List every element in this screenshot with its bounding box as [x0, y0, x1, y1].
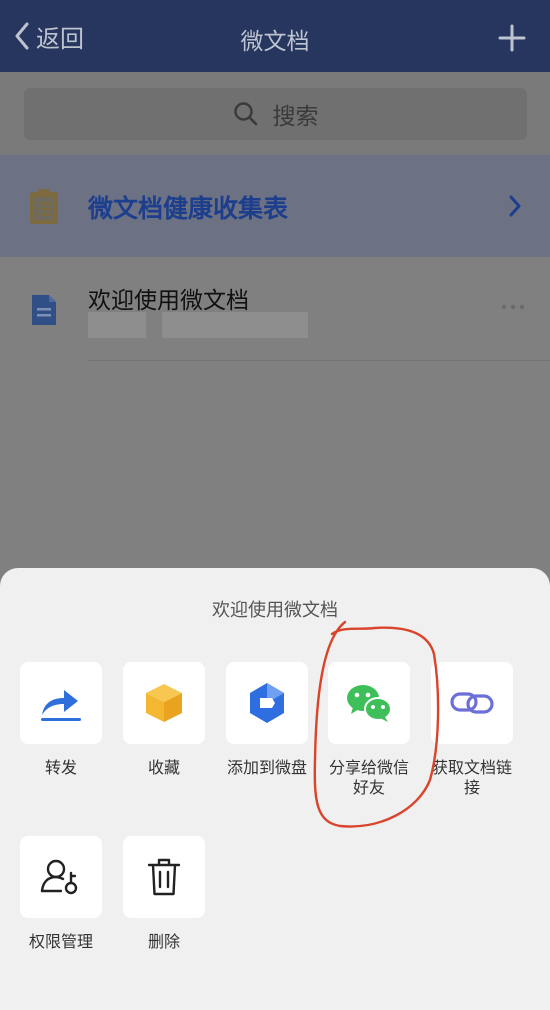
action-label: 权限管理: [28, 932, 93, 951]
delete-tile: [123, 836, 205, 918]
link-icon: [450, 692, 494, 714]
get-doc-link-button[interactable]: 获取文档链接: [422, 662, 522, 798]
favorite-tile: [123, 662, 205, 744]
navigation-bar: 返回 微文档: [0, 0, 550, 72]
document-icon: [32, 295, 56, 325]
doc-meta-redacted: [162, 312, 308, 338]
add-icon[interactable]: [498, 24, 526, 52]
list-item-title: 欢迎使用微文档: [88, 288, 249, 314]
share-to-wechat-friend-button[interactable]: 分享给微信好友: [319, 662, 419, 798]
more-icon[interactable]: [500, 301, 526, 313]
chevron-right-icon: [509, 195, 521, 217]
action-label: 添加到微盘: [226, 758, 307, 777]
doc-meta-redacted: [88, 312, 146, 338]
list-item-title: 微文档健康收集表: [88, 194, 289, 223]
permission-management-button[interactable]: 权限管理: [11, 836, 111, 952]
action-label: 删除: [147, 932, 180, 951]
action-label: 获取文档链接: [432, 758, 513, 797]
action-sheet: 欢迎使用微文档 转发 收藏 添加到微盘 分享给微信好友 获取文档链接 权限管理 …: [0, 568, 550, 1010]
weipan-tile: [226, 662, 308, 744]
wechat-tile: [328, 662, 410, 744]
list-item-health-form[interactable]: 微文档健康收集表: [0, 155, 550, 257]
forward-tile: [20, 662, 102, 744]
favorite-button[interactable]: 收藏: [114, 662, 214, 778]
action-label: 收藏: [147, 758, 180, 777]
search-icon: [233, 102, 257, 126]
action-sheet-title: 欢迎使用微文档: [212, 600, 338, 621]
search-input[interactable]: 搜索: [24, 88, 527, 140]
permission-tile: [20, 836, 102, 918]
wechat-icon: [347, 685, 392, 722]
favorite-box-icon: [146, 684, 182, 722]
divider: [88, 360, 550, 361]
weipan-icon: [250, 683, 284, 723]
search-placeholder: 搜索: [272, 104, 319, 130]
link-tile: [431, 662, 513, 744]
trash-icon: [147, 858, 181, 896]
permission-user-key-icon: [40, 859, 78, 895]
page-title: 微文档: [240, 29, 310, 55]
forward-button[interactable]: 转发: [11, 662, 111, 778]
add-to-weipan-button[interactable]: 添加到微盘: [217, 662, 317, 778]
list-item-welcome-doc[interactable]: 欢迎使用微文档: [0, 257, 550, 361]
search-area: 搜索: [0, 72, 550, 155]
action-label: 转发: [44, 758, 77, 777]
forward-arrow-icon: [41, 690, 81, 721]
clipboard-icon: [30, 189, 58, 224]
action-label: 分享给微信好友: [328, 758, 409, 797]
delete-button[interactable]: 删除: [114, 836, 214, 952]
